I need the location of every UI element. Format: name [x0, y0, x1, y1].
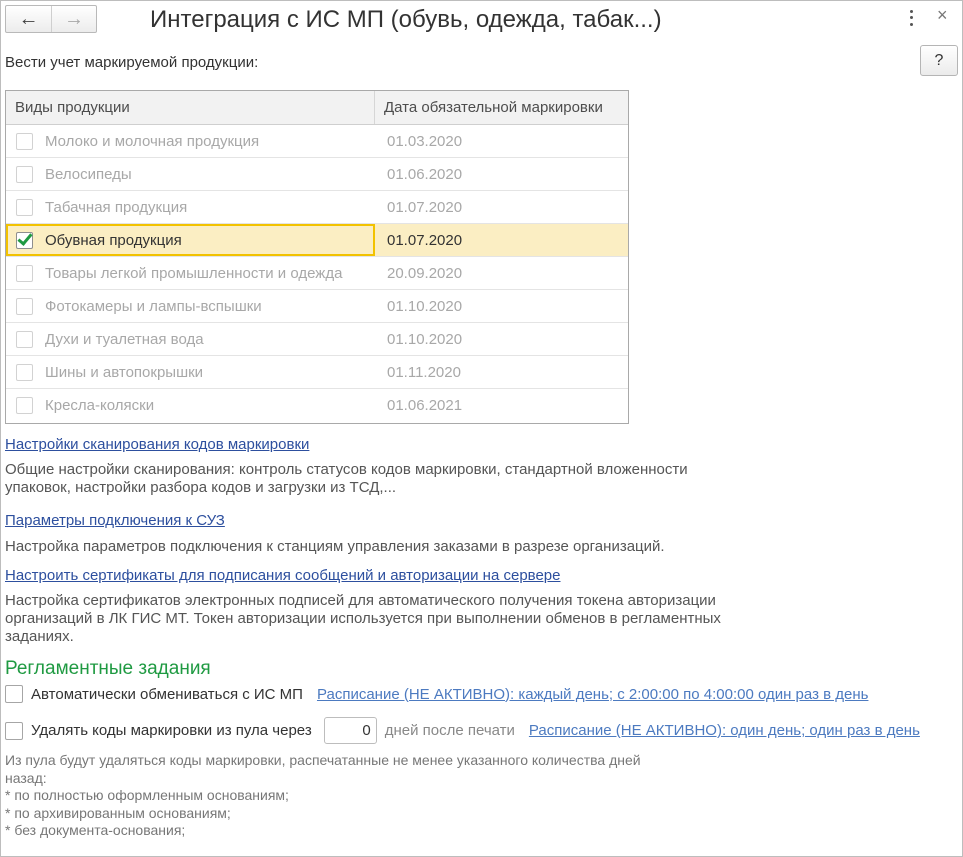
cell-product-kind: Товары легкой промышленности и одежда — [6, 257, 375, 289]
back-arrow-icon[interactable]: ← — [6, 6, 51, 32]
cell-marking-date: 01.07.2020 — [387, 231, 463, 249]
cell-marking-date: 01.06.2021 — [387, 397, 463, 414]
product-kind-label: Велосипеды — [45, 165, 132, 183]
window-title: Интеграция с ИС МП (обувь, одежда, табак… — [150, 6, 662, 33]
checkmark-icon — [17, 229, 33, 246]
product-kind-label: Товары легкой промышленности и одежда — [45, 264, 343, 282]
cell-product-kind: Кресла-коляски — [6, 389, 375, 422]
row-checkbox[interactable] — [16, 363, 33, 381]
cell-product-kind: Обувная продукция — [6, 224, 375, 256]
table-row[interactable]: Молоко и молочная продукция 01.03.2020 — [6, 125, 628, 158]
table-row[interactable]: Духи и туалетная вода 01.10.2020 — [6, 323, 628, 356]
auto-exchange-checkbox[interactable] — [5, 685, 23, 703]
delete-codes-row: Удалять коды маркировки из пула через дн… — [5, 717, 920, 744]
row-checkbox[interactable] — [16, 297, 33, 315]
product-kind-label: Духи и туалетная вода — [45, 330, 204, 348]
delete-codes-checkbox[interactable] — [5, 721, 23, 740]
auto-exchange-row: Автоматически обмениваться с ИС МП Распи… — [5, 685, 868, 703]
more-menu-icon[interactable] — [906, 8, 916, 28]
suz-connection-link[interactable]: Параметры подключения к СУЗ — [5, 512, 225, 529]
product-kind-label: Фотокамеры и лампы-вспышки — [45, 297, 262, 315]
product-kind-label: Табачная продукция — [45, 198, 188, 216]
auto-exchange-schedule-link[interactable]: Расписание (НЕ АКТИВНО): каждый день; с … — [317, 686, 868, 703]
product-kinds-table: Виды продукции Дата обязательной маркиро… — [5, 90, 629, 424]
certificates-link[interactable]: Настроить сертификаты для подписания соо… — [5, 567, 561, 584]
cell-marking-date: 01.07.2020 — [387, 198, 463, 216]
note-line: Из пула будут удаляться коды маркировки,… — [5, 752, 641, 768]
row-checkbox[interactable] — [16, 132, 33, 150]
forward-arrow-icon[interactable]: → — [50, 6, 96, 32]
cell-marking-date: 01.06.2020 — [387, 165, 463, 183]
table-row[interactable]: Кресла-коляски 01.06.2021 — [6, 389, 628, 422]
scan-settings-description: Общие настройки сканирования: контроль с… — [5, 461, 688, 497]
note-line: назад: — [5, 769, 47, 786]
description-line: упаковок, настройки разбора кодов и загр… — [5, 479, 397, 496]
cell-product-kind: Табачная продукция — [6, 191, 375, 223]
row-checkbox[interactable] — [16, 229, 33, 249]
table-row[interactable]: Фотокамеры и лампы-вспышки 01.10.2020 — [6, 290, 628, 323]
cell-marking-date: 20.09.2020 — [387, 264, 463, 282]
cell-product-kind: Велосипеды — [6, 158, 375, 190]
navigation-buttons: ← → — [5, 5, 97, 33]
product-kind-label: Кресла-коляски — [45, 397, 155, 414]
description-line: Настройка сертификатов электронных подпи… — [5, 592, 716, 609]
description-line: Настройка параметров подключения к станц… — [5, 538, 665, 555]
auto-exchange-label[interactable]: Автоматически обмениваться с ИС МП — [31, 686, 303, 703]
certificates-description: Настройка сертификатов электронных подпи… — [5, 592, 721, 646]
row-checkbox[interactable] — [16, 264, 33, 282]
row-checkbox[interactable] — [16, 165, 33, 183]
cell-marking-date: 01.10.2020 — [387, 330, 463, 348]
product-kind-label: Шины и автопокрышки — [45, 363, 204, 381]
product-kind-label: Обувная продукция — [45, 231, 182, 249]
delete-codes-label[interactable]: Удалять коды маркировки из пула через — [31, 722, 312, 739]
cell-marking-date: 01.10.2020 — [387, 297, 463, 315]
section-label: Вести учет маркируемой продукции: — [5, 54, 259, 71]
table-row[interactable]: Велосипеды 01.06.2020 — [6, 158, 628, 191]
note-line: * по полностью оформленным основаниям; — [5, 787, 289, 803]
table-row[interactable]: Обувная продукция 01.07.2020 — [6, 224, 628, 257]
cell-product-kind: Шины и автопокрышки — [6, 356, 375, 388]
description-line: организаций в ЛК ГИС МТ. Токен авторизац… — [5, 610, 721, 627]
days-suffix-label: дней после печати — [384, 722, 515, 739]
table-header: Виды продукции Дата обязательной маркиро… — [6, 91, 628, 125]
cell-product-kind: Фотокамеры и лампы-вспышки — [6, 290, 375, 322]
column-header-date[interactable]: Дата обязательной маркировки — [375, 91, 628, 124]
scan-settings-link[interactable]: Настройки сканирования кодов маркировки — [5, 436, 309, 453]
help-button[interactable]: ? — [920, 45, 958, 76]
table-row[interactable]: Табачная продукция 01.07.2020 — [6, 191, 628, 224]
description-line: заданиях. — [5, 628, 74, 645]
note-line: * по архивированным основаниям; — [5, 804, 231, 821]
description-line: Общие настройки сканирования: контроль с… — [5, 461, 688, 478]
cell-product-kind: Молоко и молочная продукция — [6, 125, 375, 157]
days-input[interactable] — [323, 717, 377, 744]
cell-marking-date: 01.11.2020 — [387, 363, 461, 381]
cell-product-kind: Духи и туалетная вода — [6, 323, 375, 355]
row-checkbox[interactable] — [16, 330, 33, 348]
pool-deletion-note: Из пула будут удаляться коды маркировки,… — [5, 752, 641, 840]
table-body: Молоко и молочная продукция 01.03.2020 Вел… — [6, 125, 628, 422]
table-row[interactable]: Шины и автопокрышки 01.11.2020 — [6, 356, 628, 389]
cell-marking-date: 01.03.2020 — [387, 132, 463, 150]
product-kind-label: Молоко и молочная продукция — [45, 132, 260, 150]
suz-description: Настройка параметров подключения к станц… — [5, 538, 665, 556]
note-line: * без документа-основания; — [5, 822, 186, 838]
table-row[interactable]: Товары легкой промышленности и одежда 20.… — [6, 257, 628, 290]
row-checkbox[interactable] — [16, 198, 33, 216]
scheduled-tasks-heading: Регламентные задания — [5, 658, 211, 679]
close-icon[interactable]: × — [937, 6, 948, 24]
row-checkbox[interactable] — [16, 397, 33, 414]
delete-codes-schedule-link[interactable]: Расписание (НЕ АКТИВНО): один день; один… — [529, 722, 920, 739]
column-header-kind[interactable]: Виды продукции — [6, 91, 375, 124]
